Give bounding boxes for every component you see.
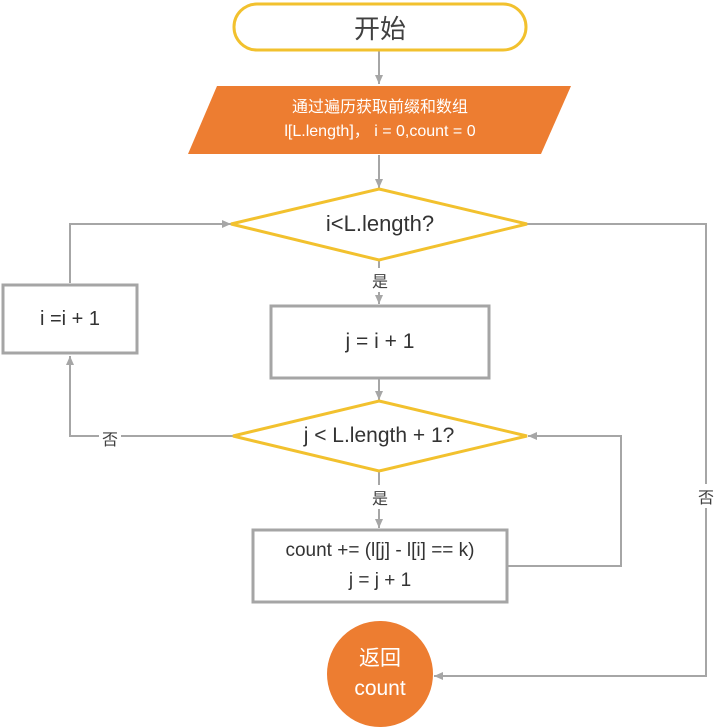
update-line-2: j = j + 1 (348, 570, 412, 591)
input-line-2: l[L.length]， i = 0,count = 0 (284, 123, 476, 140)
inner-condition-label: j < L.length + 1? (303, 424, 455, 447)
edge-label-outer-yes: 是 (369, 268, 391, 292)
input-text: 通过遍历获取前缀和数组 l[L.length]， i = 0,count = 0 (200, 86, 560, 154)
edge-update-loop-back (508, 432, 622, 567)
edge-label-inner-yes: 是 (369, 485, 391, 509)
update-text: count += (l[j] - l[i] == k) j = j + 1 (253, 530, 507, 602)
edge-label-inner-no: 否 (99, 426, 121, 450)
input-line-1: 通过遍历获取前缀和数组 (291, 99, 468, 116)
edge-label-outer-no: 否 (695, 484, 717, 508)
update-line-1: count += (l[j] - l[i] == k) (285, 540, 475, 561)
assign-j-label: j = i + 1 (345, 330, 415, 353)
end-line-2: count (354, 677, 406, 700)
end-line-1: 返回 (359, 647, 401, 670)
start-label: 开始 (353, 13, 406, 44)
end-text: 返回 count (327, 621, 433, 727)
outer-condition-label: i<L.length? (325, 211, 435, 236)
edge-inner-no-to-increment (66, 356, 233, 437)
increment-i-label: i =i + 1 (39, 307, 101, 330)
edge-increment-to-outer-cond (69, 220, 231, 283)
